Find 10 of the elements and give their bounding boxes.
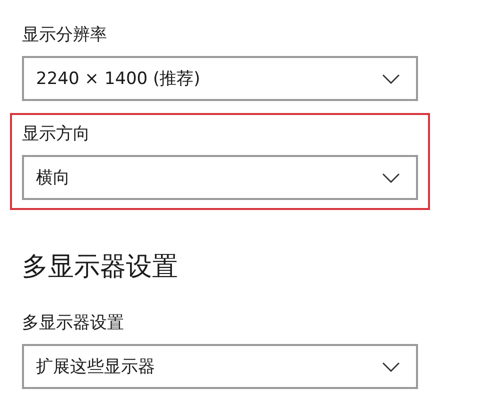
chevron-down-icon <box>382 172 400 182</box>
section-heading: 多显示器设置 <box>22 251 179 284</box>
chevron-down-icon <box>382 74 400 84</box>
field-label: 多显示器设置 <box>22 312 125 334</box>
dropdown[interactable]: 横向 <box>22 155 418 200</box>
field-label: 显示方向 <box>22 123 91 145</box>
dropdown[interactable]: 2240 × 1400 (推荐) <box>22 56 418 101</box>
dropdown[interactable]: 扩展这些显示器 <box>22 344 418 389</box>
chevron-down-icon <box>382 362 400 372</box>
field-label: 显示分辨率 <box>22 24 108 46</box>
